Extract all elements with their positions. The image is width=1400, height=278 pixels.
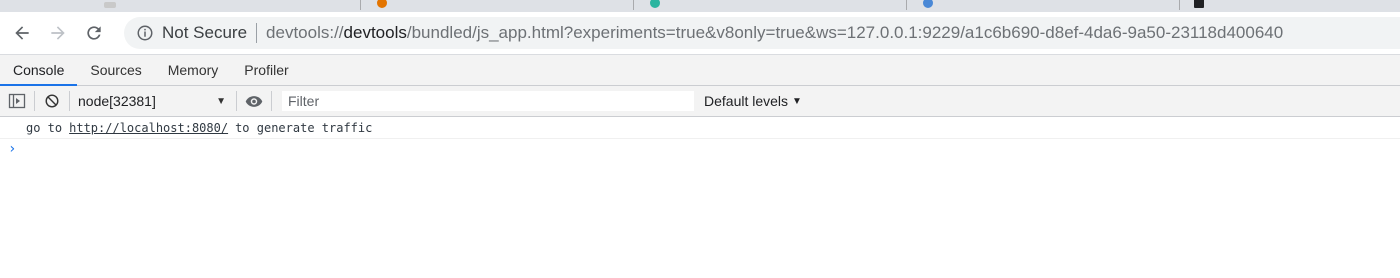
security-label[interactable]: Not Secure xyxy=(162,23,247,43)
browser-tab[interactable] xyxy=(361,0,634,10)
browser-toolbar: Not Secure devtools://devtools/bundled/j… xyxy=(0,12,1400,55)
dropdown-arrow-icon: ▼ xyxy=(216,95,226,107)
tab-favicon-icon xyxy=(1194,0,1204,8)
console-toolbar: node[32381] ▼ Default levels ▼ xyxy=(0,86,1400,117)
tab-sources[interactable]: Sources xyxy=(77,55,154,85)
context-label: node[32381] xyxy=(78,93,156,109)
browser-tab[interactable] xyxy=(634,0,907,10)
sidebar-toggle-icon xyxy=(8,93,26,109)
url-text[interactable]: devtools://devtools/bundled/js_app.html?… xyxy=(266,23,1283,43)
toolbar-divider xyxy=(34,91,35,111)
back-button[interactable] xyxy=(8,19,36,47)
log-levels-label: Default levels xyxy=(704,93,789,109)
toolbar-divider xyxy=(69,91,70,111)
tab-favicon-icon xyxy=(104,2,116,8)
browser-tab[interactable] xyxy=(1180,0,1400,10)
toolbar-divider xyxy=(271,91,272,111)
console-output: go to http://localhost:8080/ to generate… xyxy=(0,117,1400,159)
live-expression-button[interactable] xyxy=(245,92,263,110)
filter-input[interactable] xyxy=(282,91,694,111)
info-icon[interactable] xyxy=(136,24,154,42)
log-levels-dropdown[interactable]: Default levels ▼ xyxy=(704,93,802,109)
tab-favicon-icon xyxy=(377,0,387,8)
browser-tab-strip xyxy=(0,0,1400,12)
forward-button[interactable] xyxy=(44,19,72,47)
omnibox-divider xyxy=(256,23,258,43)
reload-icon xyxy=(87,26,101,40)
tab-profiler[interactable]: Profiler xyxy=(231,55,301,85)
browser-tab[interactable] xyxy=(907,0,1180,10)
clear-icon xyxy=(45,94,59,108)
tab-console[interactable]: Console xyxy=(0,55,78,86)
url-scheme: devtools:// xyxy=(266,23,344,42)
toolbar-divider xyxy=(236,91,237,111)
context-selector[interactable]: node[32381] ▼ xyxy=(78,93,228,109)
message-text: to generate traffic xyxy=(235,120,373,135)
tab-memory[interactable]: Memory xyxy=(155,55,232,85)
message-link[interactable]: http://localhost:8080/ xyxy=(69,121,228,135)
eye-icon xyxy=(245,95,263,107)
arrow-right-icon xyxy=(51,26,65,40)
console-message: go to http://localhost:8080/ to generate… xyxy=(0,117,1400,139)
arrow-left-icon xyxy=(15,26,29,40)
devtools-panel-tabs: Console Sources Memory Profiler xyxy=(0,55,1400,86)
clear-console-button[interactable] xyxy=(43,92,61,110)
tab-favicon-icon xyxy=(923,0,933,8)
message-text: go to xyxy=(26,120,63,135)
tab-favicon-icon xyxy=(650,0,660,8)
prompt-chevron-icon: › xyxy=(8,141,17,157)
reload-button[interactable] xyxy=(80,19,108,47)
dropdown-arrow-icon: ▼ xyxy=(792,95,802,107)
toggle-sidebar-button[interactable] xyxy=(8,92,26,110)
console-prompt[interactable]: › xyxy=(0,139,1400,159)
url-path: /bundled/js_app.html?experiments=true&v8… xyxy=(406,23,1284,42)
browser-tab[interactable] xyxy=(0,0,361,10)
url-host: devtools xyxy=(343,23,407,42)
address-bar[interactable]: Not Secure devtools://devtools/bundled/j… xyxy=(124,17,1400,49)
